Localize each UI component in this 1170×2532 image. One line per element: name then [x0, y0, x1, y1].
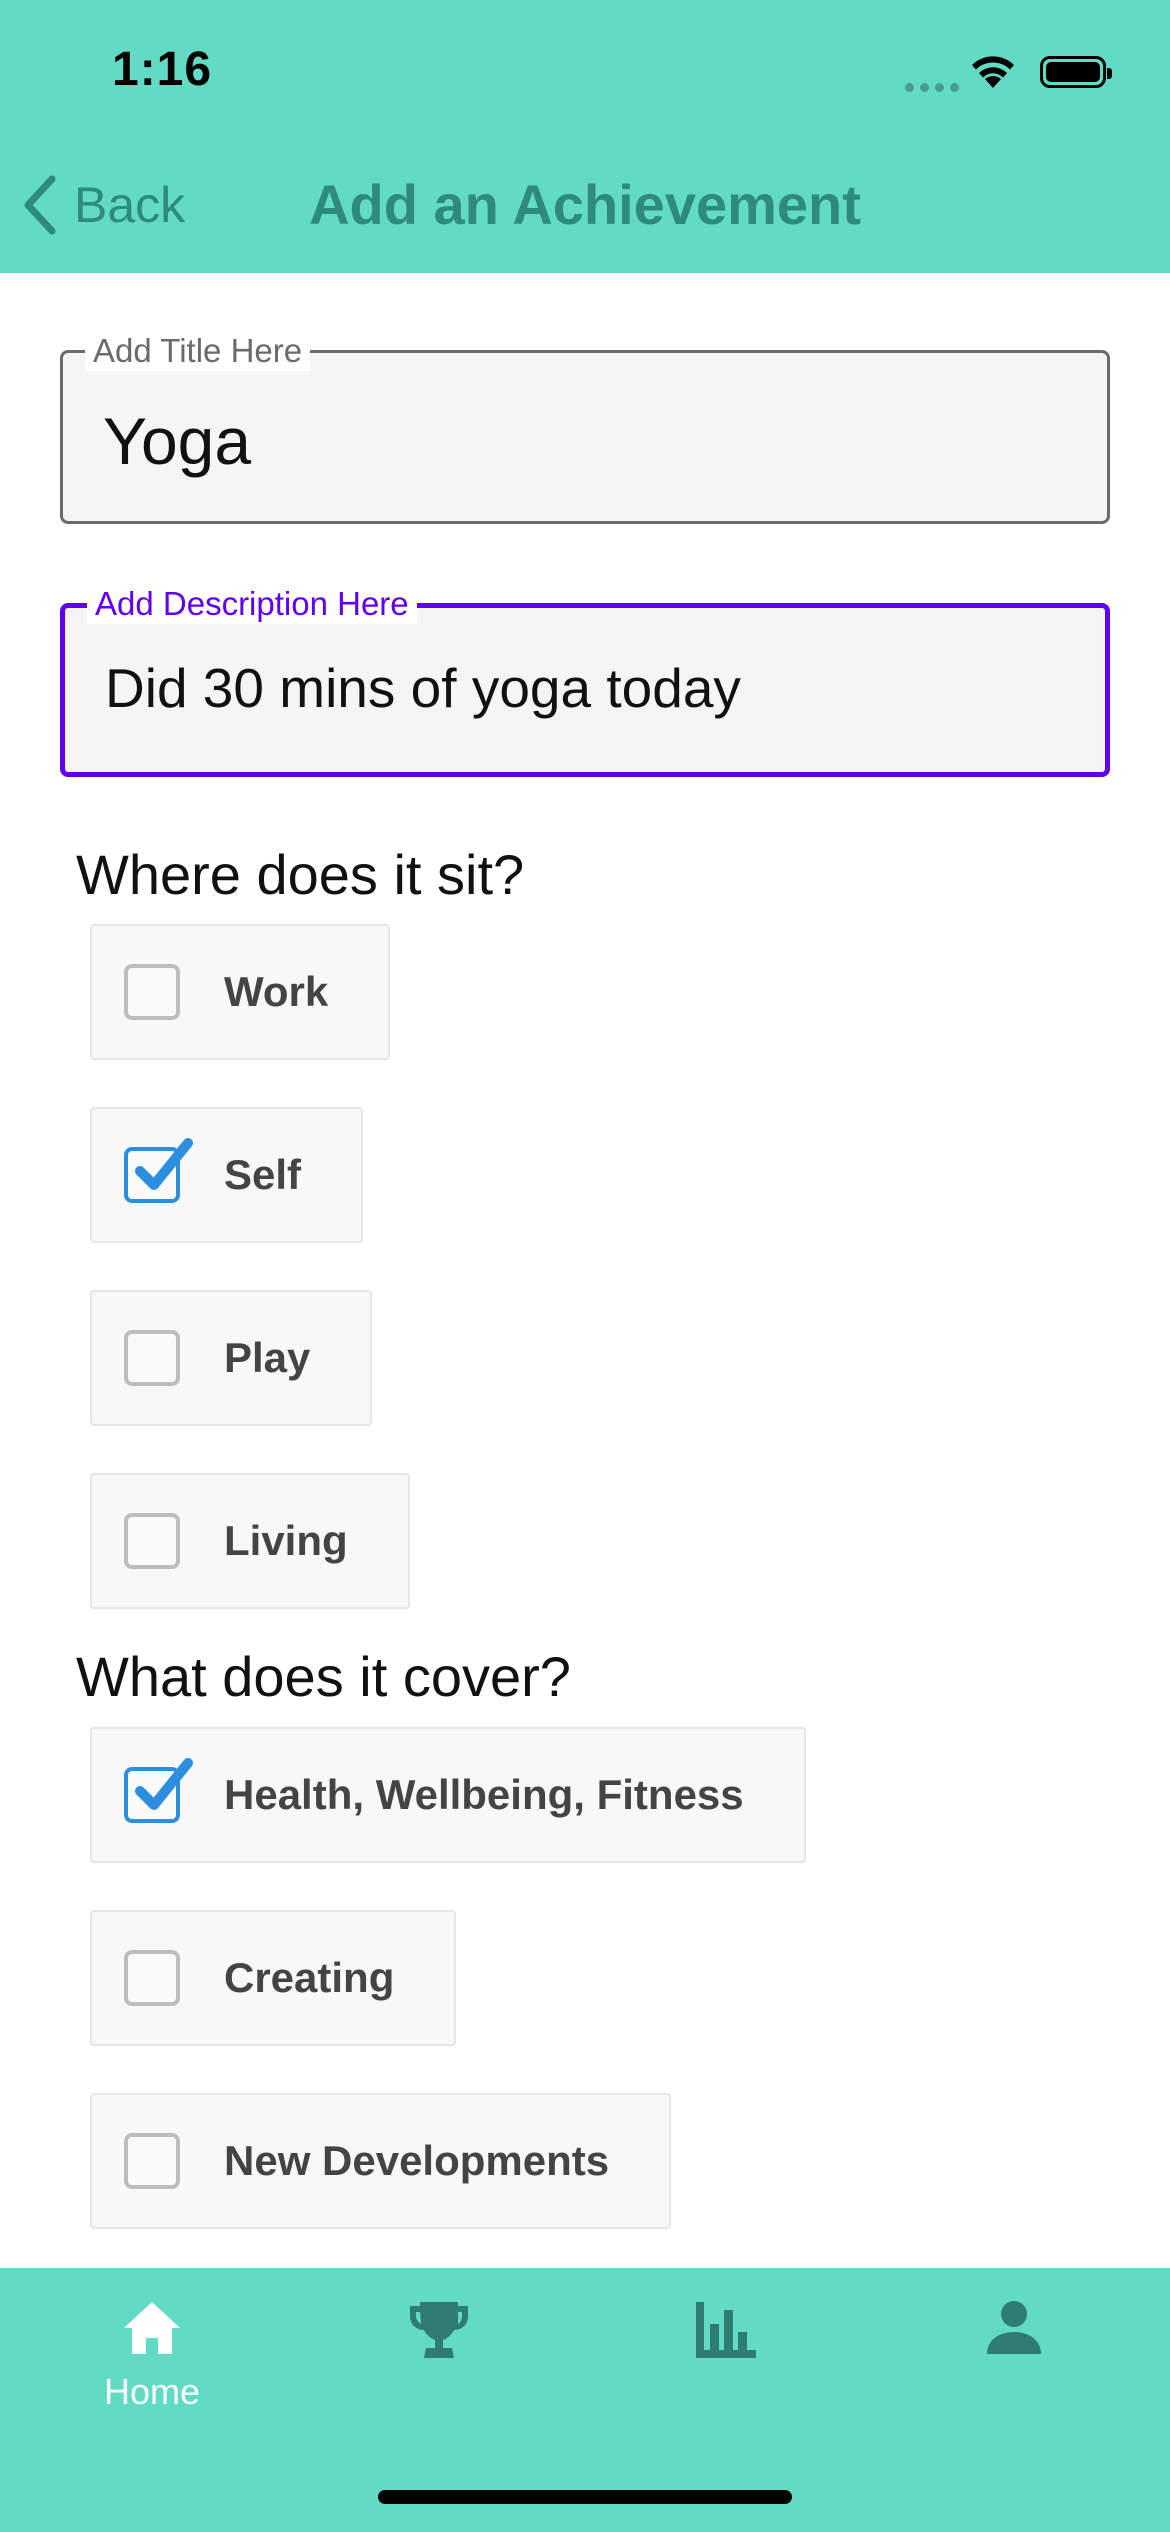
option-self[interactable]: Self: [90, 1107, 364, 1243]
title-input-value: Yoga: [103, 404, 252, 478]
checkmark-icon: [135, 1138, 193, 1190]
checkbox-checked[interactable]: [124, 1758, 193, 1823]
title-input[interactable]: Add Title Here Yoga: [60, 331, 1110, 524]
description-input[interactable]: Add Description Here Did 30 mins of yoga…: [60, 584, 1110, 777]
cover-section-heading: What does it cover?: [76, 1645, 571, 1708]
title-input-label: Add Title Here: [85, 331, 311, 371]
option-label: New Developments: [224, 2137, 610, 2184]
option-work[interactable]: Work: [90, 924, 391, 1060]
checkbox[interactable]: [124, 964, 180, 1020]
tab-home[interactable]: Home: [52, 2298, 252, 2413]
home-icon: [124, 2302, 180, 2354]
tab-achievements[interactable]: [339, 2298, 539, 2367]
option-play[interactable]: Play: [90, 1290, 373, 1426]
option-label: Work: [224, 968, 329, 1015]
battery-icon: [1040, 56, 1112, 88]
bar-chart-icon: [696, 2302, 756, 2358]
cellular-signal-icon: [905, 79, 965, 97]
option-label: Living: [224, 1517, 348, 1564]
checkbox-checked[interactable]: [124, 1138, 193, 1203]
person-icon: [987, 2301, 1041, 2354]
option-new-developments[interactable]: New Developments: [90, 2093, 672, 2229]
option-label: Play: [224, 1334, 311, 1381]
tab-profile[interactable]: [914, 2298, 1114, 2361]
tab-home-label: Home: [103, 2371, 201, 2412]
option-health-wellbeing-fitness[interactable]: Health, Wellbeing, Fitness: [90, 1727, 806, 1863]
option-living[interactable]: Living: [90, 1473, 410, 1609]
checkbox[interactable]: [124, 1950, 180, 2006]
description-input-label: Add Description Here: [87, 584, 417, 624]
description-input-value: Did 30 mins of yoga today: [105, 657, 741, 719]
option-label: Creating: [224, 1954, 395, 2001]
page-title: Add an Achievement: [309, 173, 861, 236]
wifi-icon: [968, 52, 1018, 95]
checkbox[interactable]: [124, 1513, 180, 1569]
option-label: Health, Wellbeing, Fitness: [224, 1771, 744, 1818]
checkbox[interactable]: [124, 1330, 180, 1386]
option-creating[interactable]: Creating: [90, 1910, 457, 2046]
checkmark-icon: [135, 1758, 193, 1810]
tab-statistics[interactable]: [626, 2298, 826, 2365]
status-time: 1:16: [112, 43, 213, 96]
checkbox[interactable]: [124, 2133, 180, 2189]
trophy-icon: [410, 2302, 468, 2358]
home-indicator: [378, 2490, 792, 2504]
option-label: Self: [224, 1151, 302, 1198]
where-section-heading: Where does it sit?: [76, 843, 525, 906]
app-header: 1:16 Back Add an Achievement: [0, 0, 1170, 273]
